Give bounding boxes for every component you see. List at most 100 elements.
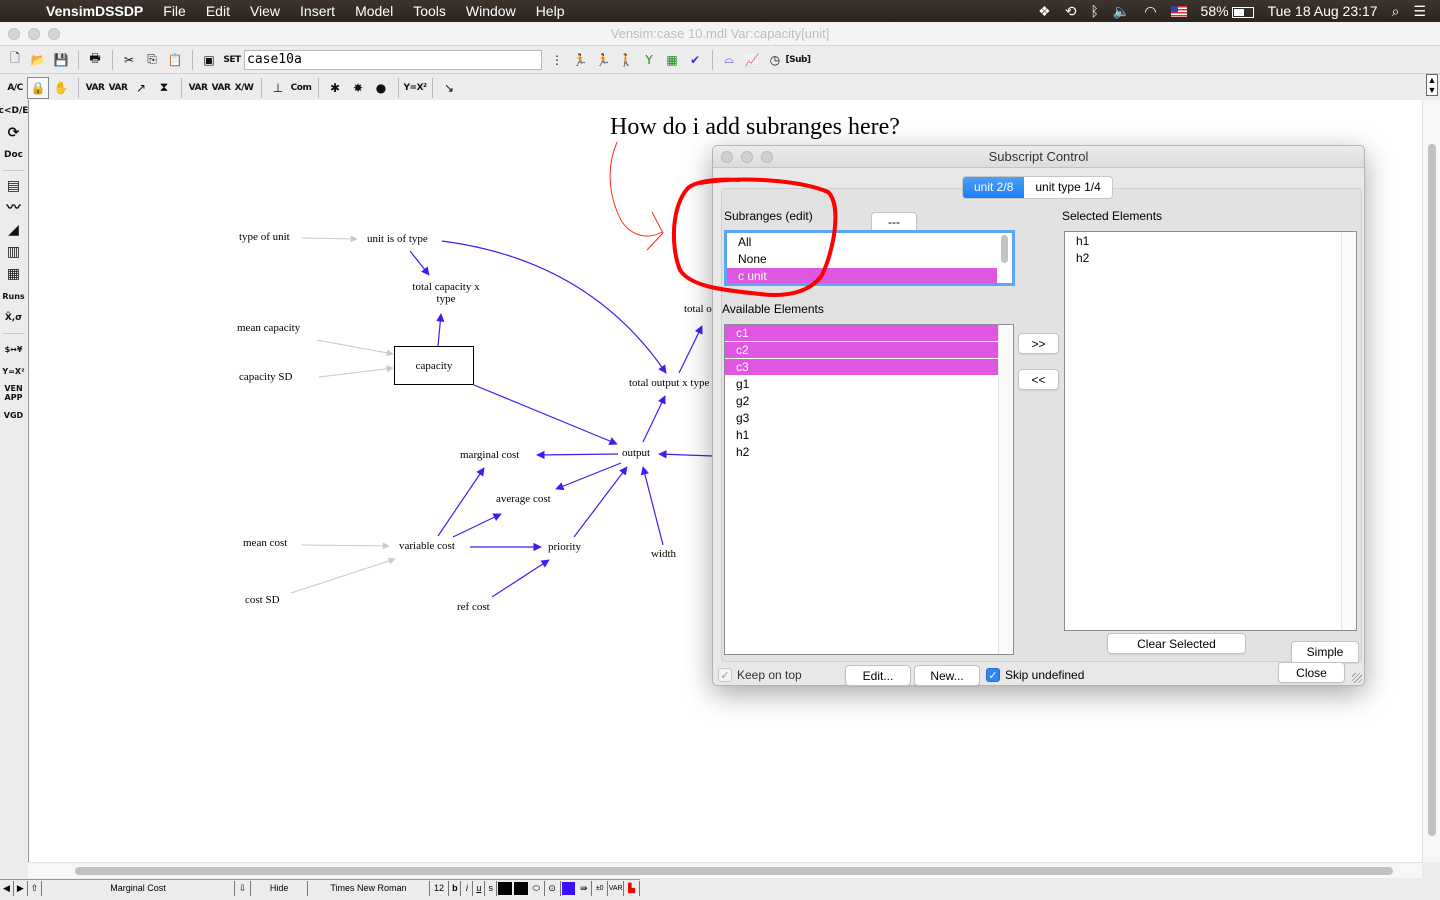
run-name-input[interactable] — [244, 49, 542, 70]
fill-color-swatch[interactable] — [561, 881, 576, 895]
remove-elements-button[interactable]: << — [1018, 369, 1059, 390]
arrow-style-icon[interactable]: ⇛ — [576, 880, 593, 896]
arrow-left-icon[interactable]: ◀ — [0, 880, 14, 896]
dropbox-icon[interactable]: ❖ — [1038, 3, 1051, 20]
menu-insert[interactable]: Insert — [290, 3, 345, 19]
link-width-to-output[interactable] — [640, 466, 664, 546]
causes-strip-icon[interactable]: ▤ — [0, 175, 27, 197]
link-type-of-unit[interactable] — [301, 235, 358, 243]
selected-item-h2[interactable]: h2 — [1065, 250, 1356, 267]
link-external-to-output[interactable] — [658, 450, 714, 459]
causal-tracing-icon[interactable]: ⌓ — [718, 49, 740, 71]
link-output-to-marginal-cost[interactable] — [536, 450, 619, 460]
sketch-comment-tool-icon[interactable]: ⊥ — [267, 77, 289, 99]
app-menu[interactable]: VensimDSSDP — [40, 3, 153, 19]
available-item-h2[interactable]: h2 — [725, 444, 998, 461]
sensitivity-graph-icon[interactable]: ◢ — [0, 219, 27, 241]
available-item-g3[interactable]: g3 — [725, 410, 998, 427]
reference-mode-tool-icon[interactable]: ● — [370, 77, 392, 99]
subscript-control-icon[interactable]: [Sub] — [785, 49, 811, 71]
menu-window[interactable]: Window — [456, 3, 526, 19]
close-window-button[interactable] — [8, 28, 20, 40]
tab-unit[interactable]: unit 2/8 — [963, 177, 1025, 198]
tab-unit-type[interactable]: unit type 1/4 — [1024, 177, 1112, 198]
venapp-icon[interactable]: VEN APP — [0, 382, 27, 404]
dialog-titlebar[interactable]: Subscript Control — [713, 146, 1364, 168]
comment-tool-icon[interactable]: Com — [290, 77, 312, 99]
font-size-selector[interactable]: 12 — [430, 880, 450, 896]
var-mean-cost[interactable]: mean cost — [243, 537, 287, 549]
link-capacity-to-total-capacity[interactable] — [436, 313, 445, 347]
italic-toggle[interactable]: i — [461, 880, 474, 896]
subranges-scrollbar[interactable] — [997, 233, 1012, 283]
subrange-dash-button[interactable]: --- — [871, 212, 917, 231]
available-item-c1[interactable]: c1 — [725, 325, 998, 342]
var-ref-cost[interactable]: ref cost — [457, 601, 490, 613]
link-variable-cost-to-average-cost[interactable] — [452, 513, 502, 538]
table-icon[interactable]: ▦ — [0, 263, 27, 285]
var-output[interactable]: output — [622, 447, 650, 459]
reality-check-icon[interactable]: Y — [638, 49, 660, 71]
sketch-option-tool-icon[interactable]: ↘ — [438, 77, 460, 99]
set-run-icon[interactable]: SET — [221, 49, 243, 71]
shadow-variable-tool-icon[interactable]: VAR — [187, 77, 209, 99]
volume-icon[interactable]: 🔈 — [1113, 3, 1130, 20]
document-icon[interactable]: Doc — [0, 144, 27, 166]
abc-tool-icon[interactable]: A/C — [4, 77, 26, 99]
minimize-window-button[interactable] — [28, 28, 40, 40]
underline-toggle[interactable]: u — [473, 880, 486, 896]
sensitivity-icon[interactable]: ▦ — [661, 49, 683, 71]
menu-help[interactable]: Help — [526, 3, 575, 19]
strikethrough-toggle[interactable]: s — [485, 880, 498, 896]
link-cost-sd[interactable] — [290, 557, 396, 594]
arrow-right-icon[interactable]: ▶ — [14, 880, 28, 896]
link-capacity-to-output[interactable] — [473, 384, 618, 445]
var-style-icon[interactable]: VAR — [608, 880, 625, 896]
var-total-o[interactable]: total o — [684, 303, 712, 315]
cut-icon[interactable]: ✂ — [118, 49, 140, 71]
open-model-icon[interactable]: 📂 — [27, 49, 49, 71]
link-capacity-sd[interactable] — [318, 365, 394, 378]
runs-compare-icon[interactable]: Runs — [0, 285, 27, 307]
subranges-list[interactable]: All None c unit — [724, 230, 1015, 286]
equations-tool-icon[interactable]: ✸ — [347, 77, 369, 99]
var-unit-is-of-type[interactable]: unit is of type — [367, 233, 428, 245]
text-color-swatch[interactable] — [498, 881, 513, 895]
clear-selected-button[interactable]: Clear Selected — [1107, 633, 1246, 654]
toolbar-more-icon[interactable]: ⋮ — [546, 49, 568, 71]
add-elements-button[interactable]: >> — [1018, 333, 1059, 354]
var-cost-sd[interactable]: cost SD — [245, 594, 280, 606]
available-item-g2[interactable]: g2 — [725, 393, 998, 410]
hand-tool-icon[interactable]: ✋ — [50, 77, 72, 99]
output-graph-icon[interactable]: 📈 — [741, 49, 763, 71]
resize-grip[interactable] — [1352, 673, 1362, 683]
control-panel-icon[interactable]: ▣ — [198, 49, 220, 71]
available-item-c3[interactable]: c3 — [725, 359, 998, 376]
graph-icon[interactable]: 〰 — [0, 197, 27, 219]
var-type-of-unit[interactable]: type of unit — [239, 231, 290, 243]
move-up-icon[interactable]: ⇧ — [28, 880, 42, 896]
paste-icon[interactable]: 📋 — [164, 49, 186, 71]
close-button[interactable]: Close — [1278, 662, 1345, 683]
variable-tool-icon[interactable]: VAR — [84, 77, 106, 99]
var-total-output-x-type[interactable]: total output x type — [629, 377, 709, 389]
subranges-scroll-thumb[interactable] — [1001, 235, 1008, 263]
available-item-c2[interactable]: c2 — [725, 342, 998, 359]
var-width[interactable]: width — [651, 548, 676, 560]
vertical-scrollbar[interactable] — [1422, 100, 1440, 862]
var-capacity-stock[interactable]: capacity — [394, 346, 474, 385]
var-total-capacity-x-type[interactable]: total capacity x type — [410, 281, 482, 305]
subrange-item-all[interactable]: All — [727, 234, 1012, 251]
horizontal-scrollbar[interactable] — [28, 862, 1422, 878]
simulate-icon[interactable]: 🏃 — [569, 49, 591, 71]
bold-toggle[interactable]: b — [449, 880, 462, 896]
available-item-g1[interactable]: g1 — [725, 376, 998, 393]
polarity-icon[interactable]: ±0 — [592, 880, 609, 896]
analysis-icon[interactable]: ◷ — [764, 49, 786, 71]
menu-tools[interactable]: Tools — [403, 3, 456, 19]
hide-button[interactable]: Hide — [251, 880, 309, 896]
skip-undefined-checkbox[interactable]: ✓ Skip undefined — [986, 668, 1084, 682]
keep-on-top-checkbox[interactable]: ✓ Keep on top — [718, 668, 802, 682]
gaming-icon[interactable]: 🚶 — [615, 49, 637, 71]
link-unit-is-of-type-to-total-capacity[interactable] — [409, 250, 430, 276]
